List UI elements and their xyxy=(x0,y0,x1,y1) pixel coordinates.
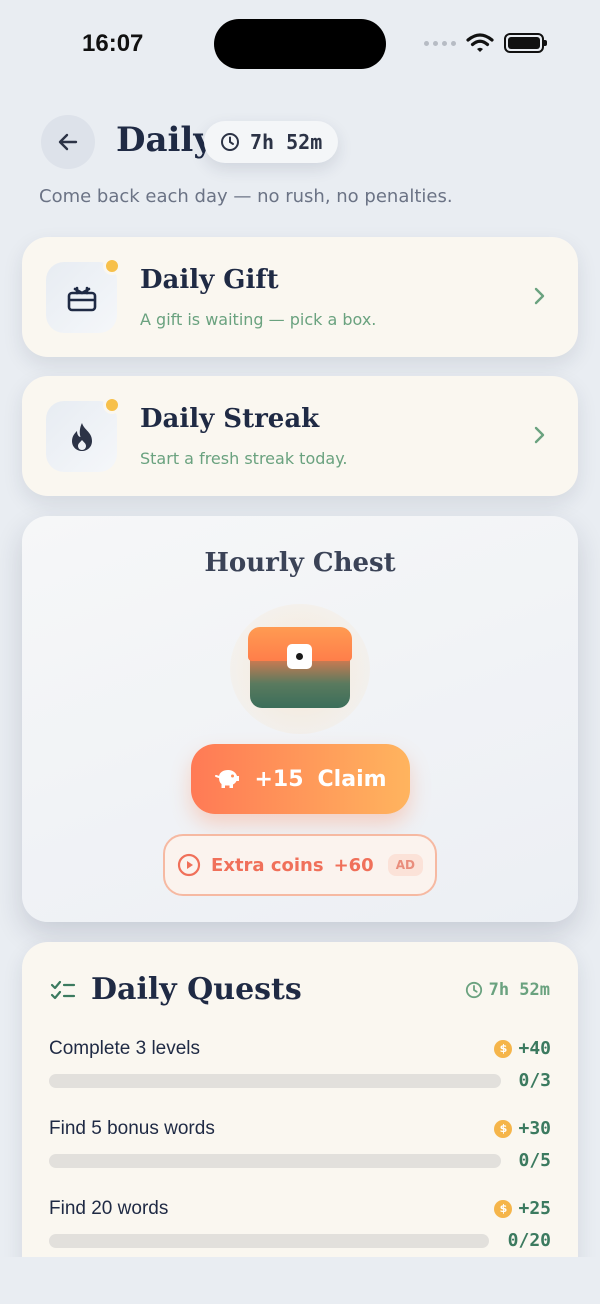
status-bar: 16:07 xyxy=(0,0,600,90)
quest-label: Complete 3 levels xyxy=(49,1038,201,1059)
bottom-bar xyxy=(0,1257,600,1304)
play-circle-icon xyxy=(177,853,201,877)
chevron-right-icon xyxy=(534,287,545,305)
quest-reward: $ +25 xyxy=(494,1198,551,1219)
ad-badge: AD xyxy=(387,854,423,876)
gift-icon xyxy=(67,286,96,311)
notification-dot xyxy=(103,257,121,275)
quest-reward: $ +30 xyxy=(494,1118,551,1139)
daily-quests-title: Daily Quests xyxy=(91,972,302,1007)
claim-label: Claim xyxy=(317,766,387,792)
quest-progress-bar xyxy=(49,1234,489,1248)
daily-streak-card[interactable]: Daily Streak Start a fresh streak today. xyxy=(22,376,578,496)
daily-gift-subtitle: A gift is waiting — pick a box. xyxy=(140,310,377,329)
hourly-chest-card: Hourly Chest +15 Claim Extra coins +60 A… xyxy=(22,516,578,922)
quest-progress-text: 0/3 xyxy=(518,1070,551,1091)
status-indicators xyxy=(424,32,547,54)
quest-progress-text: 0/5 xyxy=(518,1150,551,1171)
page-subtitle: Come back each day — no rush, no penalti… xyxy=(39,186,453,207)
coin-icon: $ xyxy=(494,1119,513,1138)
extra-coins-label: Extra coins xyxy=(211,854,324,876)
coin-icon: $ xyxy=(494,1039,513,1058)
quest-reward-amount: +25 xyxy=(518,1198,551,1219)
status-time: 16:07 xyxy=(82,30,144,57)
quests-timer: 7h 52m xyxy=(465,980,550,1000)
page-title: Daily xyxy=(116,120,214,160)
extra-coins-ad-button[interactable]: Extra coins +60 AD xyxy=(163,834,437,896)
claim-button[interactable]: +15 Claim xyxy=(191,744,410,814)
signal-icon xyxy=(424,40,456,46)
notification-dot xyxy=(103,396,121,414)
flame-icon xyxy=(71,422,92,451)
daily-quests-card: Daily Quests 7h 52m Complete 3 levels $ … xyxy=(22,942,578,1304)
reset-timer-text: 7h 52m xyxy=(250,130,323,154)
quest-progress-bar xyxy=(49,1154,501,1168)
dynamic-island xyxy=(214,19,386,69)
quest-progress-text: 0/20 xyxy=(507,1230,551,1251)
arrow-left-icon xyxy=(58,133,78,151)
quest-label: Find 5 bonus words xyxy=(49,1118,215,1139)
quest-reward-amount: +30 xyxy=(518,1118,551,1139)
quest-reward: $ +40 xyxy=(494,1038,551,1059)
chevron-right-icon xyxy=(534,426,545,444)
hourly-chest-title: Hourly Chest xyxy=(204,548,396,578)
wifi-icon xyxy=(466,33,494,52)
quest-progress-bar xyxy=(49,1074,501,1088)
battery-icon xyxy=(504,33,547,53)
daily-gift-title: Daily Gift xyxy=(140,265,279,295)
daily-streak-title: Daily Streak xyxy=(140,404,320,434)
extra-coins-amount: +60 xyxy=(333,854,374,876)
claim-amount: +15 xyxy=(254,766,304,792)
piggy-bank-icon xyxy=(215,770,240,788)
quest-label: Find 20 words xyxy=(49,1198,169,1219)
back-button[interactable] xyxy=(41,115,95,169)
daily-streak-subtitle: Start a fresh streak today. xyxy=(140,449,348,468)
clock-icon xyxy=(221,133,239,151)
coin-icon: $ xyxy=(494,1199,513,1218)
quests-timer-text: 7h 52m xyxy=(488,980,550,1000)
checklist-icon xyxy=(50,980,76,1000)
reset-timer-pill: 7h 52m xyxy=(204,121,339,163)
daily-gift-card[interactable]: Daily Gift A gift is waiting — pick a bo… xyxy=(22,237,578,357)
clock-icon xyxy=(465,981,482,999)
quest-reward-amount: +40 xyxy=(518,1038,551,1059)
